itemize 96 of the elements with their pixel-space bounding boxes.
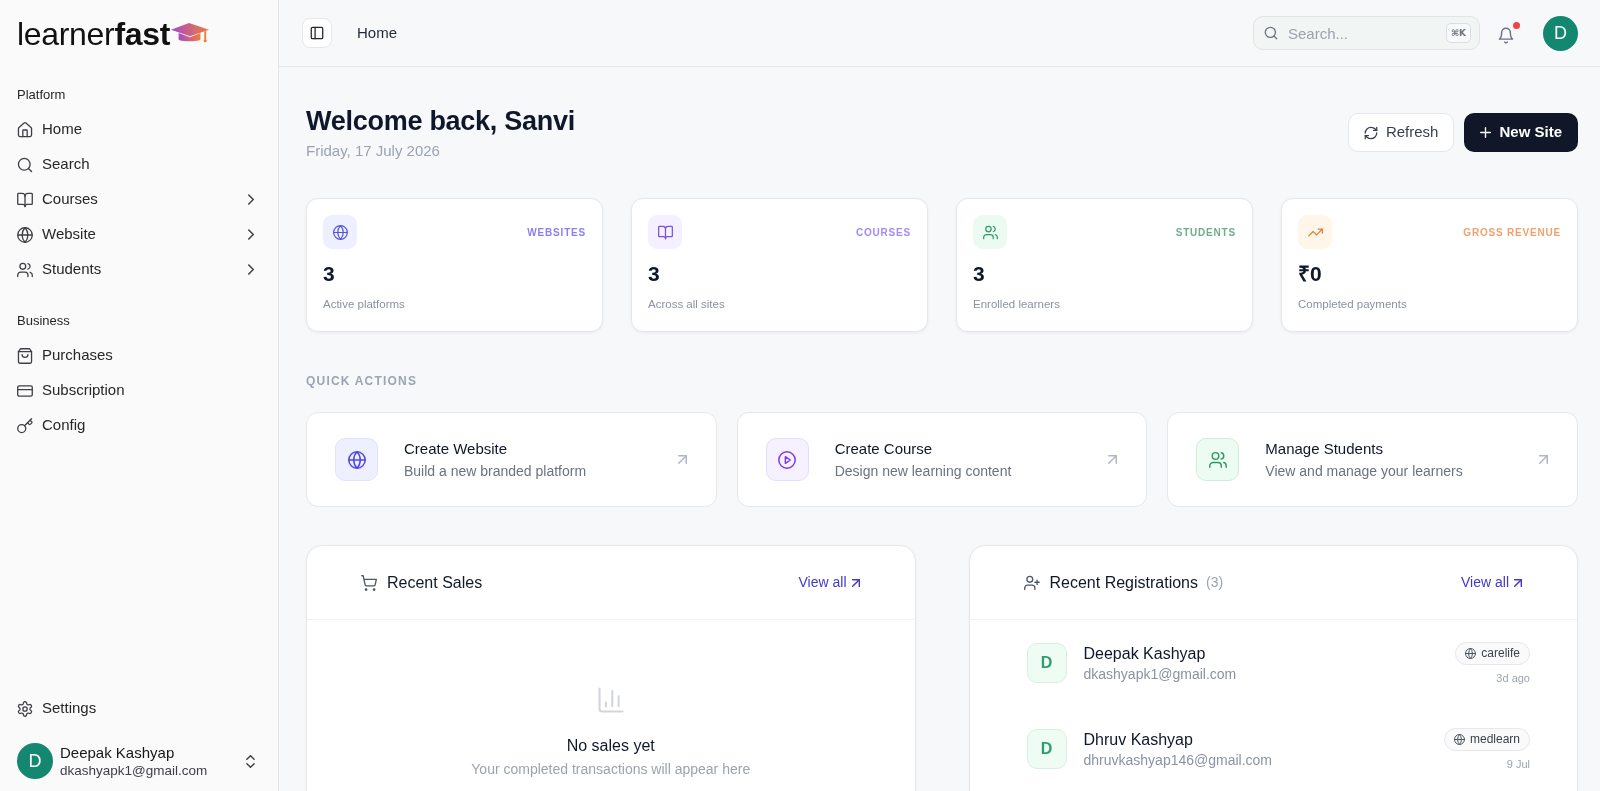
- notifications-button[interactable]: [1498, 22, 1520, 44]
- view-all-link[interactable]: View all: [798, 572, 860, 593]
- sidebar-item[interactable]: Search: [17, 147, 261, 182]
- panel-title: Recent Registrations: [1049, 572, 1198, 593]
- search-icon: [17, 156, 33, 173]
- student-name: Dhruv Kashyap: [1083, 729, 1194, 750]
- new-site-button[interactable]: New Site: [1464, 113, 1578, 152]
- globe-icon: [1465, 647, 1477, 659]
- section-label: Business: [17, 312, 70, 330]
- action-description: Build a new branded platform: [404, 461, 587, 481]
- breadcrumb: Home: [357, 22, 397, 43]
- sidebar-item[interactable]: Purchases: [17, 338, 261, 373]
- stat-label: GROSS REVENUE: [1463, 225, 1561, 240]
- stat-value: 3: [648, 261, 660, 287]
- arrow-up-right-icon: [677, 455, 687, 464]
- globe-icon: [17, 226, 33, 243]
- trending-up-icon: [1298, 215, 1332, 249]
- sidebar-item[interactable]: Students: [17, 252, 261, 287]
- stat-caption: Active platforms: [323, 297, 405, 312]
- stat-value: 3: [323, 261, 335, 287]
- sidebar-item[interactable]: Config: [17, 408, 261, 443]
- registration-time: 9 Jul: [1506, 756, 1530, 771]
- shortcut-hint: ⌘K: [1445, 23, 1471, 43]
- arrow-up-right-icon: [851, 578, 860, 587]
- action-title: Create Website: [404, 438, 509, 459]
- stat-label: COURSES: [855, 225, 911, 240]
- count-text: (3): [1206, 573, 1224, 592]
- empty-message: Your completed transactions will appear here: [471, 760, 751, 778]
- logo-wordmark: learnerfast: [17, 17, 170, 51]
- stat-value: ₹0: [1298, 261, 1322, 287]
- book-icon: [17, 191, 33, 208]
- refresh-icon: [1363, 125, 1378, 140]
- user-email: dkashyapk1@gmail.com: [60, 761, 208, 780]
- arrow-up-right-icon: [1514, 578, 1522, 587]
- account-switcher[interactable]: D Deepak Kashyap dkashyapk1@gmail.com: [17, 741, 261, 781]
- bell-icon: [1498, 27, 1514, 44]
- student-name: Deepak Kashyap: [1083, 643, 1207, 664]
- chevrons-up-down-icon: [246, 754, 255, 768]
- sidebar-toggle-button[interactable]: [302, 18, 332, 48]
- home-icon: [17, 121, 33, 138]
- user-plus-icon: [1023, 574, 1040, 591]
- student-avatar: D: [1026, 643, 1067, 683]
- globe-icon: [323, 215, 357, 249]
- site-name: medlearn: [1469, 731, 1520, 748]
- student-email: dkashyapk1@gmail.com: [1083, 664, 1237, 684]
- sidebar-item[interactable]: Settings: [17, 691, 261, 726]
- registration-time: 3d ago: [1496, 670, 1530, 685]
- users-icon: [1196, 438, 1240, 481]
- action-title: Create Course: [834, 438, 934, 459]
- date-text: Friday, 17 July 2026: [306, 141, 441, 161]
- book-icon: [648, 215, 682, 249]
- bar-chart-icon: [596, 686, 625, 714]
- stat-label: STUDENTS: [1175, 225, 1236, 240]
- users-icon: [973, 215, 1007, 249]
- section-label: Platform: [17, 86, 66, 104]
- student-email: dhruvkashyap146@gmail.com: [1083, 750, 1273, 770]
- sidebar-item[interactable]: Courses: [17, 182, 261, 217]
- refresh-button[interactable]: Refresh: [1347, 113, 1455, 152]
- view-all-link[interactable]: View all: [1461, 572, 1522, 593]
- globe-icon: [1453, 733, 1465, 745]
- stat-caption: Completed payments: [1298, 297, 1407, 312]
- action-description: Design new learning content: [834, 461, 1012, 481]
- arrow-up-right-icon: [1539, 455, 1548, 464]
- user-name: Deepak Kashyap: [60, 742, 176, 762]
- section-heading: QUICK ACTIONS: [306, 373, 418, 389]
- stat-caption: Enrolled learners: [973, 297, 1060, 312]
- search-icon: [1264, 26, 1278, 40]
- users-icon: [17, 261, 33, 278]
- sidebar-item[interactable]: Home: [17, 112, 261, 147]
- globe-icon: [335, 438, 378, 481]
- panel-left-icon: [310, 26, 324, 40]
- key-icon: [17, 417, 33, 434]
- quick-action-card[interactable]: Manage Students View and manage your learners: [1167, 412, 1578, 507]
- page-title: Welcome back, Sanvi: [306, 105, 575, 138]
- action-description: View and manage your learners: [1265, 461, 1463, 481]
- plus-icon: [1480, 127, 1492, 138]
- settings-icon: [17, 700, 33, 717]
- student-avatar: D: [1026, 729, 1067, 769]
- stat-caption: Across all sites: [648, 297, 725, 312]
- quick-action-card[interactable]: Create Website Build a new branded platform: [306, 412, 717, 507]
- user-avatar[interactable]: D: [1543, 15, 1578, 51]
- quick-action-card[interactable]: Create Course Design new learning content: [736, 412, 1148, 507]
- shopping-bag-icon: [17, 347, 33, 364]
- shopping-cart-icon: [361, 574, 377, 591]
- empty-title: No sales yet: [566, 736, 655, 756]
- panel-title: Recent Sales: [387, 572, 483, 593]
- action-title: Manage Students: [1265, 438, 1384, 459]
- site-name: carelife: [1481, 645, 1520, 662]
- sidebar-item[interactable]: Website: [17, 217, 261, 252]
- credit-card-icon: [17, 382, 33, 399]
- user-avatar: D: [17, 743, 53, 779]
- arrow-up-right-icon: [1108, 455, 1118, 464]
- graduation-cap-icon: [171, 23, 209, 44]
- stat-label: WEBSITES: [527, 225, 586, 240]
- stat-value: 3: [973, 261, 985, 287]
- sidebar-item[interactable]: Subscription: [17, 373, 261, 408]
